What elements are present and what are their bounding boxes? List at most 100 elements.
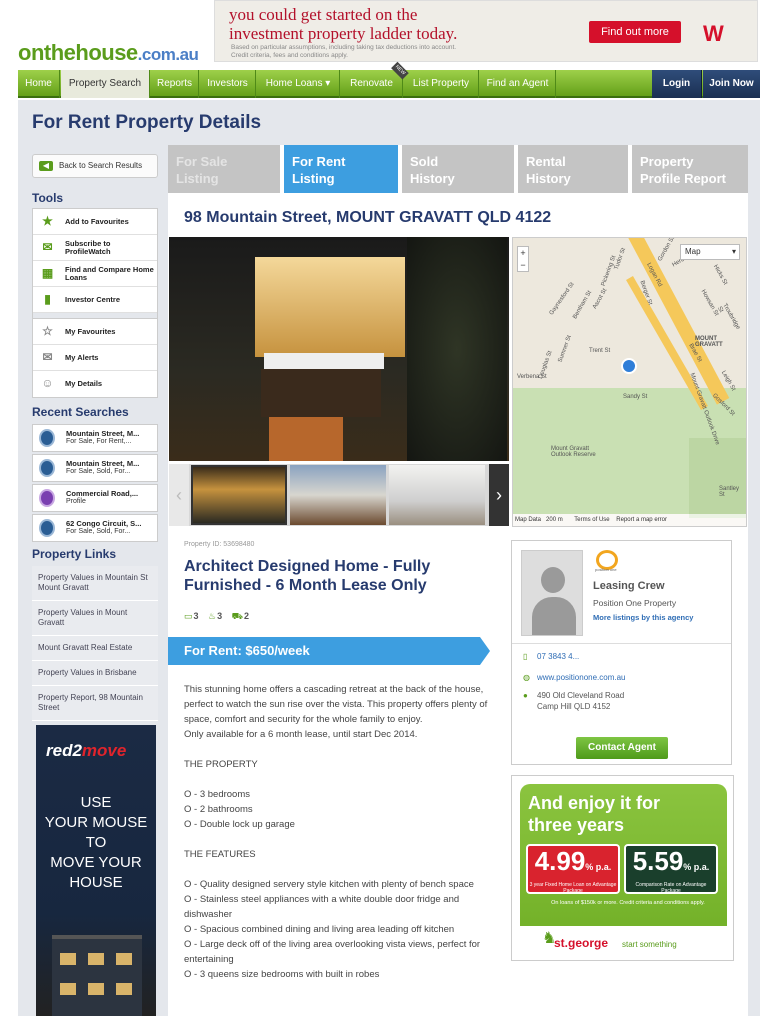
property-link[interactable]: Property Values in Brisbane xyxy=(32,661,158,686)
property-link[interactable]: Mount Gravatt Real Estate xyxy=(32,636,158,661)
find-out-more-button[interactable]: Find out more xyxy=(589,21,681,43)
zoom-in-button[interactable]: + xyxy=(518,247,528,259)
agent-phone[interactable]: ▯ 07 3843 4... xyxy=(523,652,579,661)
thumb-next-arrow-icon[interactable]: › xyxy=(489,464,509,526)
tab-sold-history[interactable]: Sold History xyxy=(402,145,516,193)
map-location-pin-icon[interactable] xyxy=(621,358,637,374)
recent-search-sub: Profile xyxy=(66,498,86,505)
stgeorge-ad[interactable]: And enjoy it for three years 4.99% p.a. … xyxy=(511,775,734,961)
thumbnail-1[interactable] xyxy=(191,465,287,525)
ad-line: MOVE YOUR xyxy=(50,854,142,871)
agent-address-line2: Camp Hill QLD 4152 xyxy=(537,702,611,711)
nav-home-loans[interactable]: Home Loans ▾ xyxy=(257,70,340,98)
tab-line: Listing xyxy=(292,171,335,186)
calculator-icon: ▦ xyxy=(41,266,54,280)
tool-my-alerts[interactable]: ✉ My Alerts xyxy=(33,345,157,371)
photo-balcony xyxy=(264,353,384,369)
recent-search-item[interactable]: 62 Congo Circuit, S... For Sale, Sold, Fo… xyxy=(32,514,158,542)
zoom-out-button[interactable]: − xyxy=(518,259,528,271)
tab-for-rent[interactable]: For Rent Listing xyxy=(284,145,400,193)
tool-my-favourites[interactable]: ☆ My Favourites xyxy=(33,319,157,345)
login-button[interactable]: Login xyxy=(652,70,702,98)
description-line: O - Spacious combined dining and living … xyxy=(184,924,455,935)
tool-my-details[interactable]: ☺ My Details xyxy=(33,371,157,397)
nav-find-an-agent[interactable]: Find an Agent xyxy=(480,70,556,98)
contact-agent-button[interactable]: Contact Agent xyxy=(576,737,668,759)
agency-name: Position One Property xyxy=(593,598,677,608)
more-listings-link[interactable]: More listings by this agency xyxy=(593,613,693,622)
tool-compare-home-loans[interactable]: ▦ Find and Compare Home Loans xyxy=(33,261,157,287)
location-map[interactable]: Logan Rd Mount Gravatt Outlook Reserve M… xyxy=(512,237,747,527)
main-nav: Home Property Search Reports Investors H… xyxy=(18,61,760,98)
property-link[interactable]: Property Values in Mountain St Mount Gra… xyxy=(32,566,158,601)
westpac-banner-ad[interactable]: you could get started on the investment … xyxy=(214,0,758,62)
photo-tree xyxy=(407,237,507,461)
tool-label: Add to Favourites xyxy=(65,216,129,226)
chevron-down-icon: ▾ xyxy=(731,247,736,256)
nav-property-search[interactable]: Property Search xyxy=(61,70,150,98)
red2move-ad[interactable]: red2move USE YOUR MOUSE TO MOVE YOUR HOU… xyxy=(36,725,156,1016)
nav-renovate[interactable]: Renovate NEW xyxy=(341,61,409,98)
agent-address-line1: 490 Old Cleveland Road xyxy=(537,691,625,700)
logo-domain: .com.au xyxy=(137,45,199,64)
property-link[interactable]: Property Report, 98 Mountain Street xyxy=(32,686,158,721)
nav-list-property[interactable]: List Property xyxy=(404,70,479,98)
description-line: O - 2 bathrooms xyxy=(184,804,253,815)
tab-line: Profile Report xyxy=(640,171,726,186)
tab-rental-history[interactable]: Rental History xyxy=(518,145,630,193)
back-button-label: Back to Search Results xyxy=(59,161,143,170)
agent-phone-number: 07 3843 4... xyxy=(537,652,580,661)
envelope-icon: ✉ xyxy=(42,350,53,364)
thumbnail-2[interactable] xyxy=(290,465,386,525)
tab-property-profile-report[interactable]: Property Profile Report xyxy=(632,145,748,193)
tool-label: My Alerts xyxy=(65,352,99,362)
comparison-rate-badge: 5.59% p.a. Comparison Rate on Advantage … xyxy=(624,844,718,894)
ad-line: HOUSE xyxy=(69,874,123,891)
map-report-error-link[interactable]: Report a map error xyxy=(616,517,667,523)
map-scale-label: 200 m xyxy=(546,517,563,523)
banner-title: you could get started on the investment … xyxy=(229,5,457,43)
fixed-rate-badge: 4.99% p.a. 3 year Fixed Home Loan on Adv… xyxy=(526,844,620,894)
recent-search-item[interactable]: Mountain Street, M... For Sale, Sold, For… xyxy=(32,454,158,482)
nav-home[interactable]: Home xyxy=(18,70,60,98)
recent-search-item[interactable]: Commercial Road,... Profile xyxy=(32,484,158,512)
site-logo[interactable]: onthehouse.com.au xyxy=(18,40,199,66)
tool-subscribe-profilewatch[interactable]: ✉ Subscribe to ProfileWatch xyxy=(33,235,157,261)
photo-house-lower xyxy=(261,369,381,417)
tool-add-to-favourites[interactable]: ★ Add to Favourites xyxy=(33,209,157,235)
stgeorge-slogan: start something xyxy=(622,940,677,949)
nav-investors[interactable]: Investors xyxy=(200,70,256,98)
map-label: Pickering St xyxy=(600,254,618,288)
ad-fineprint: On loans of $150k or more. Credit criter… xyxy=(551,900,705,906)
agency-logo-text: position one xyxy=(595,567,617,572)
description-line: O - Double lock up garage xyxy=(184,819,295,830)
tab-for-sale[interactable]: For Sale Listing xyxy=(168,145,282,193)
house-illustration xyxy=(52,935,142,1016)
listing-tabs: For Sale Listing For Rent Listing Sold Hist… xyxy=(168,145,748,193)
map-park-area-2 xyxy=(689,438,746,518)
map-terms-link[interactable]: Terms of Use xyxy=(574,517,609,523)
property-description: This stunning home offers a cascading re… xyxy=(184,682,504,982)
thumbnail-3[interactable] xyxy=(389,465,485,525)
agent-divider xyxy=(512,643,731,644)
map-type-select[interactable]: Map ▾ xyxy=(680,244,740,260)
recent-searches-list: Mountain Street, M... For Sale, For Rent,… xyxy=(32,424,158,544)
red2move-logo: red2move xyxy=(46,741,126,761)
back-to-results-button[interactable]: ◀ Back to Search Results xyxy=(32,154,158,178)
tab-line: Rental xyxy=(526,154,566,169)
join-now-button[interactable]: Join Now xyxy=(703,70,760,98)
bathrooms-feature: ♨3 xyxy=(208,611,222,621)
thumb-prev-arrow-icon[interactable]: ‹ xyxy=(169,464,189,526)
agent-card: position one Leasing Crew Position One P… xyxy=(511,540,732,765)
property-links-heading: Property Links xyxy=(32,547,117,561)
agent-name: Leasing Crew xyxy=(593,580,665,592)
tool-investor-centre[interactable]: ▮ Investor Centre xyxy=(33,287,157,313)
red2move-logo-b: move xyxy=(81,741,127,760)
nav-reports[interactable]: Reports xyxy=(151,70,199,98)
main-property-photo[interactable] xyxy=(169,237,509,461)
tab-line: History xyxy=(526,171,571,186)
recent-search-item[interactable]: Mountain Street, M... For Sale, For Rent,… xyxy=(32,424,158,452)
map-footer: Map Data 200 m Terms of Use Report a map… xyxy=(513,514,746,526)
agent-website-link[interactable]: ◍ www.positionone.com.au xyxy=(523,673,626,682)
property-link[interactable]: Property Values in Mount Gravatt xyxy=(32,601,158,636)
